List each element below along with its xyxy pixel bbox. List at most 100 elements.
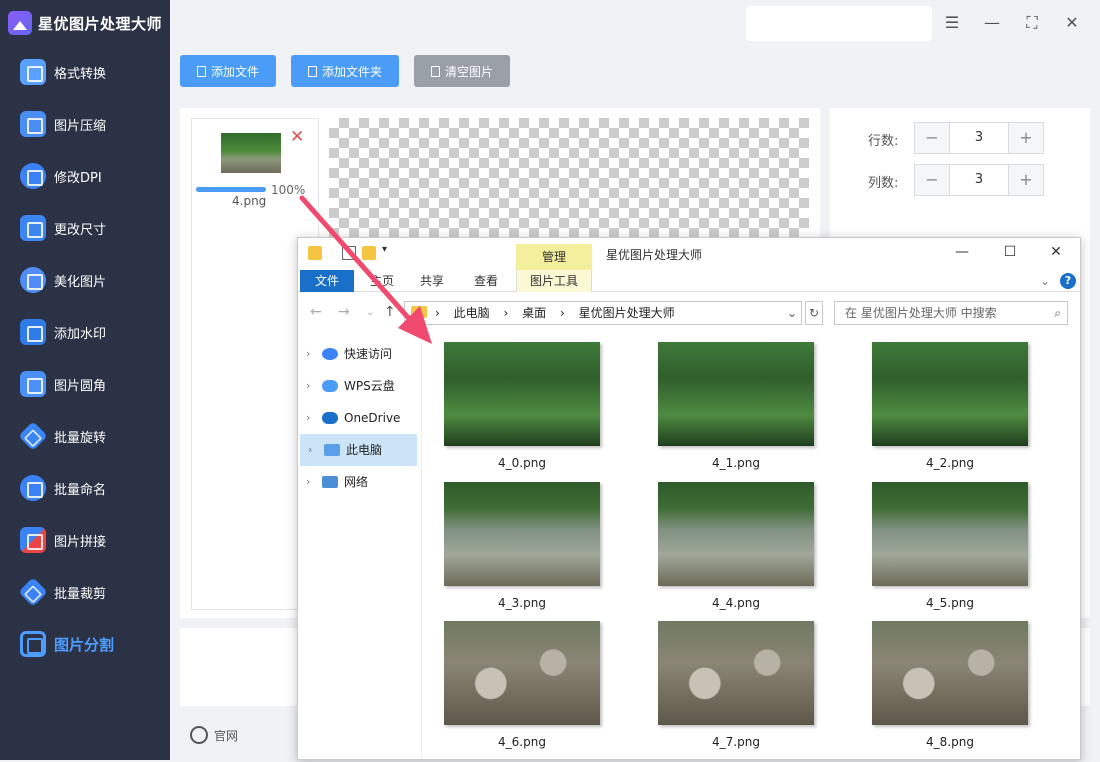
explorer-search-input[interactable]: 在 星优图片处理大师 中搜索 ⌕: [834, 301, 1068, 325]
file-item[interactable]: 4_4.png: [636, 482, 836, 610]
file-item[interactable]: 4_6.png: [422, 621, 622, 749]
remove-file-icon[interactable]: ✕: [290, 129, 304, 146]
file-item[interactable]: 4_5.png: [850, 482, 1050, 610]
nav-onedrive[interactable]: › OneDrive: [298, 402, 421, 434]
expand-chevron-icon[interactable]: ›: [306, 370, 310, 402]
manage-tab[interactable]: 管理: [516, 244, 592, 270]
cloud-icon: [322, 380, 338, 392]
tab-file[interactable]: 文件: [300, 270, 354, 292]
maximize-icon[interactable]: ⛶: [1021, 12, 1043, 34]
resize-icon: [20, 215, 46, 241]
website-icon[interactable]: [190, 726, 208, 744]
file-thumbnail: [658, 621, 814, 725]
sidebar-item-rounded-corner[interactable]: 图片圆角: [0, 358, 170, 410]
file-thumbnail: [658, 482, 814, 586]
file-name: 4_7.png: [712, 735, 760, 749]
file-item[interactable]: 4_2.png: [850, 342, 1050, 470]
up-arrow-icon[interactable]: ↑: [384, 304, 396, 320]
explorer-minimize-icon[interactable]: —: [952, 244, 972, 260]
refresh-icon[interactable]: ↻: [805, 301, 823, 325]
file-icon: [196, 65, 206, 77]
tab-share[interactable]: 共享: [414, 270, 450, 292]
sidebar-item-label: 图片拼接: [54, 534, 107, 550]
sidebar-item-format-convert[interactable]: 格式转换: [0, 46, 170, 98]
expand-chevron-icon[interactable]: ›: [306, 338, 310, 370]
nav-wps-cloud[interactable]: › WPS云盘: [298, 370, 421, 402]
back-arrow-icon[interactable]: ←: [310, 304, 322, 320]
cols-stepper[interactable]: − 3 +: [914, 164, 1044, 196]
nav-label: 此电脑: [346, 443, 383, 457]
file-item[interactable]: 4_1.png: [636, 342, 836, 470]
sidebar-item-crop[interactable]: 批量裁剪: [0, 566, 170, 618]
cols-increment-button[interactable]: +: [1009, 165, 1043, 195]
rows-stepper[interactable]: − 3 +: [914, 122, 1044, 154]
sidebar-item-label: 批量命名: [54, 482, 107, 498]
clear-images-label: 清空图片: [444, 64, 493, 79]
nav-label: WPS云盘: [344, 379, 395, 393]
rotate-icon: [18, 421, 48, 451]
rows-value[interactable]: 3: [949, 123, 1009, 153]
navigation-pane: › 快速访问 › WPS云盘 › OneDrive › 此电脑 › 网络: [298, 338, 422, 758]
close-icon[interactable]: ✕: [1061, 12, 1083, 34]
sidebar-item-resize[interactable]: 更改尺寸: [0, 202, 170, 254]
ribbon-expand-chevron-icon[interactable]: ⌄: [1038, 270, 1052, 292]
breadcrumb-folder[interactable]: 星优图片处理大师: [579, 306, 675, 320]
settings-sliders-icon[interactable]: ☰: [941, 12, 963, 34]
rows-increment-button[interactable]: +: [1009, 123, 1043, 153]
trash-icon: [430, 65, 440, 77]
address-dropdown-chevron-icon[interactable]: ⌄: [787, 302, 797, 324]
recent-chevron-icon[interactable]: ⌄: [366, 307, 374, 318]
cols-decrement-button[interactable]: −: [915, 165, 949, 195]
sidebar-item-rotate[interactable]: 批量旋转: [0, 410, 170, 462]
file-name: 4.png: [232, 194, 267, 208]
minimize-icon[interactable]: —: [981, 12, 1003, 34]
expand-chevron-icon[interactable]: ›: [306, 402, 310, 434]
cols-label: 列数:: [868, 176, 899, 191]
properties-icon[interactable]: [342, 246, 356, 260]
file-item[interactable]: 4_8.png: [850, 621, 1050, 749]
sidebar-item-label: 添加水印: [54, 326, 107, 342]
website-link[interactable]: 官网: [214, 727, 238, 744]
sidebar-item-rename[interactable]: 批量命名: [0, 462, 170, 514]
add-file-button[interactable]: 添加文件: [180, 55, 276, 87]
cols-value[interactable]: 3: [949, 165, 1009, 195]
sidebar-item-dpi[interactable]: 修改DPI: [0, 150, 170, 202]
breadcrumb-this-pc[interactable]: 此电脑: [454, 306, 490, 320]
expand-chevron-icon[interactable]: ›: [308, 434, 312, 466]
sidebar-item-label: 美化图片: [54, 274, 107, 290]
file-item[interactable]: 4_3.png: [422, 482, 622, 610]
progress-bar: [196, 187, 266, 192]
rows-decrement-button[interactable]: −: [915, 123, 949, 153]
network-icon: [322, 476, 338, 488]
nav-quick-access[interactable]: › 快速访问: [298, 338, 421, 370]
file-item[interactable]: 4_7.png: [636, 621, 836, 749]
explorer-maximize-icon[interactable]: ☐: [1000, 244, 1020, 260]
sidebar-item-compress[interactable]: 图片压缩: [0, 98, 170, 150]
file-item[interactable]: 4_0.png: [422, 342, 622, 470]
preview-canvas: [329, 118, 809, 240]
expand-chevron-icon[interactable]: ›: [306, 466, 310, 498]
nav-this-pc[interactable]: › 此电脑: [300, 434, 417, 466]
tab-picture-tools[interactable]: 图片工具: [516, 270, 592, 292]
tab-view[interactable]: 查看: [468, 270, 504, 292]
nav-network[interactable]: › 网络: [298, 466, 421, 498]
sidebar-item-watermark[interactable]: 添加水印: [0, 306, 170, 358]
file-name: 4_5.png: [926, 596, 974, 610]
clear-images-button[interactable]: 清空图片: [414, 55, 510, 87]
sidebar-item-split[interactable]: 图片分割: [0, 618, 170, 670]
breadcrumb-desktop[interactable]: 桌面: [522, 306, 546, 320]
file-name: 4_0.png: [498, 456, 546, 470]
sidebar-item-stitch[interactable]: 图片拼接: [0, 514, 170, 566]
sidebar-item-beautify[interactable]: 美化图片: [0, 254, 170, 306]
help-icon[interactable]: ?: [1060, 273, 1076, 289]
new-folder-icon[interactable]: [362, 246, 376, 260]
onedrive-icon: [322, 412, 338, 424]
top-search-box[interactable]: [746, 6, 932, 41]
tab-home[interactable]: 主页: [364, 270, 400, 292]
file-thumbnail: [221, 133, 281, 173]
explorer-close-icon[interactable]: ✕: [1046, 244, 1066, 260]
customize-toolbar-chevron-icon[interactable]: ▾: [382, 244, 396, 258]
add-folder-button[interactable]: 添加文件夹: [291, 55, 399, 87]
forward-arrow-icon[interactable]: →: [338, 304, 350, 320]
address-bar[interactable]: › 此电脑 › 桌面 › 星优图片处理大师 ⌄: [404, 301, 802, 325]
